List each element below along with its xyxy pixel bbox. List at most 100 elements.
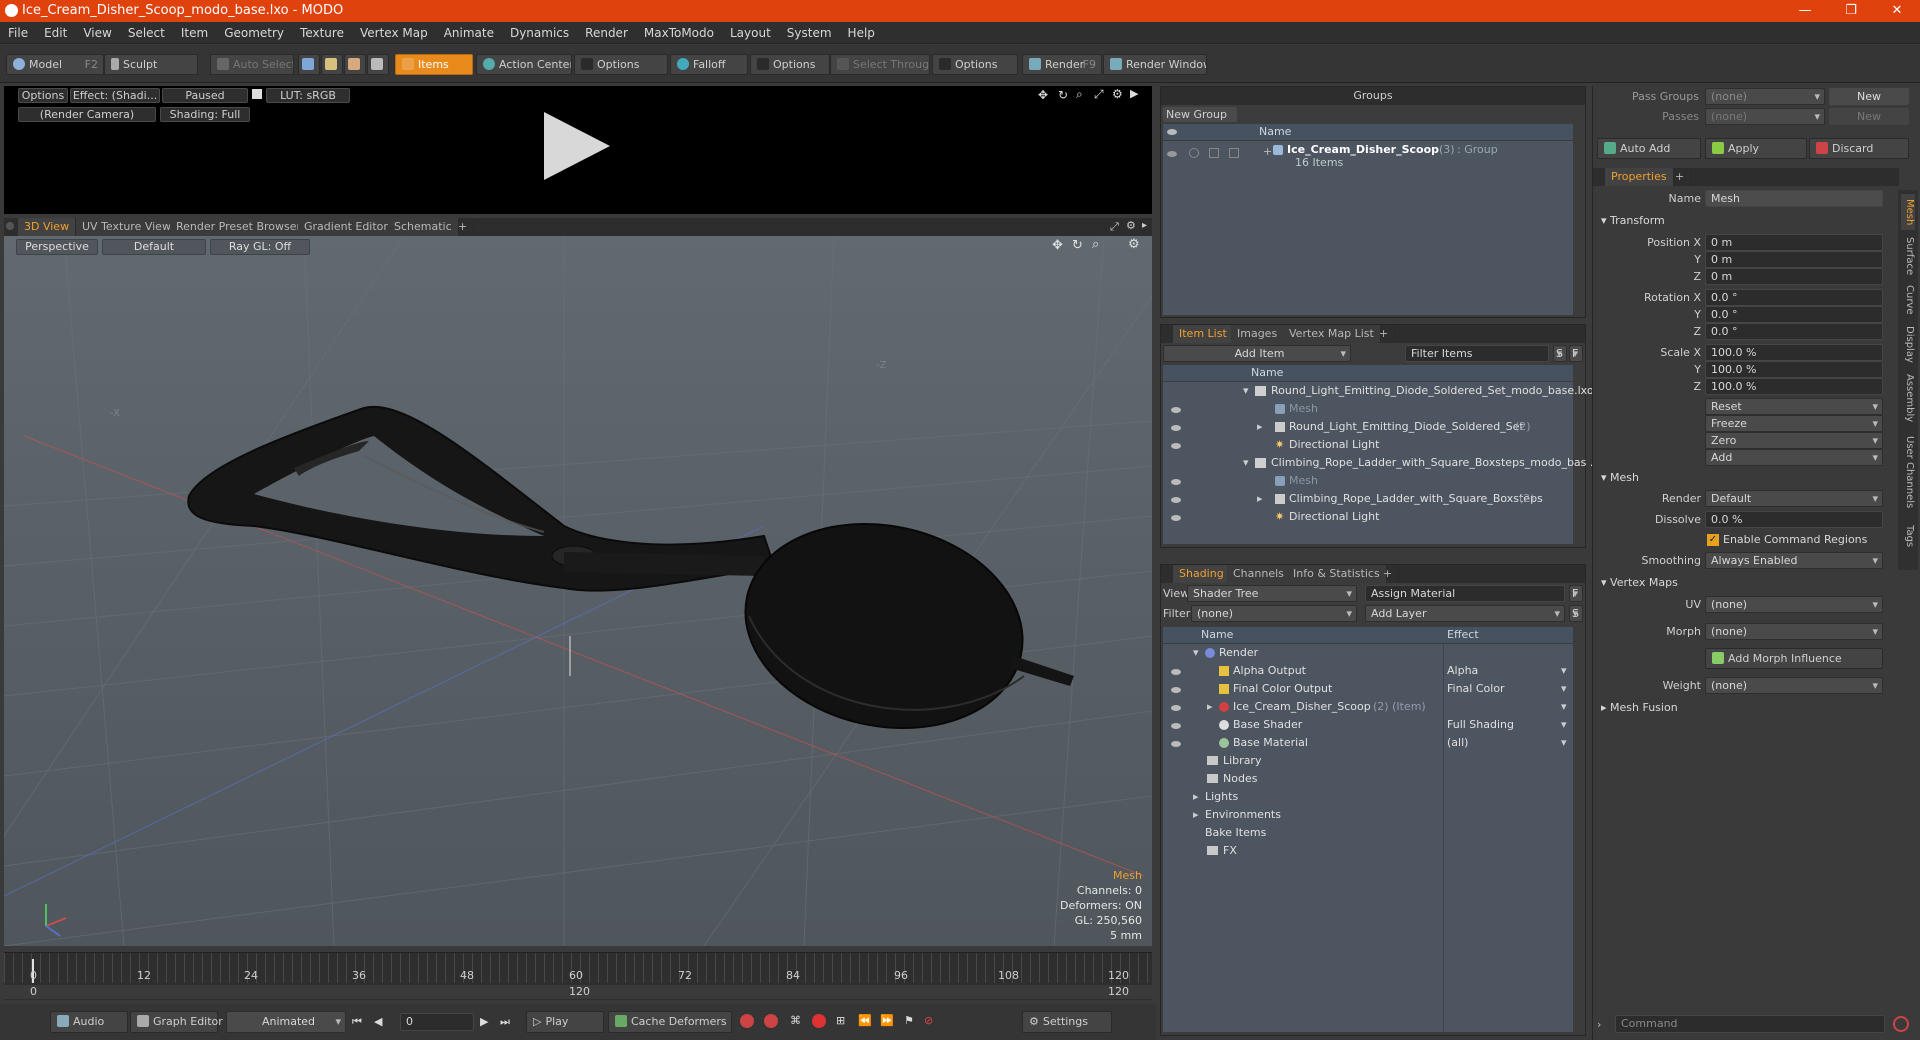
expand-arrow-icon[interactable]: ▾ <box>1243 454 1249 472</box>
passes-dropdown[interactable]: (none) <box>1705 108 1825 125</box>
render-dropdown[interactable]: Default <box>1705 490 1883 507</box>
auto-key-icon[interactable] <box>740 1014 754 1028</box>
menu-item[interactable]: Item <box>173 22 216 44</box>
key-options-icon[interactable]: ⚑ <box>904 1014 914 1027</box>
effect-dropdown-arrow[interactable]: ▾ <box>1561 734 1567 752</box>
tab-item-list[interactable]: Item List <box>1173 325 1234 343</box>
vertex-maps-section[interactable]: ▾ Vertex Maps <box>1601 576 1678 589</box>
lock-icon[interactable] <box>252 89 262 99</box>
eye-icon[interactable] <box>1171 669 1181 675</box>
menu-layout[interactable]: Layout <box>722 22 779 44</box>
rotate-icon[interactable]: ↻ <box>1072 238 1083 253</box>
zero-dropdown[interactable]: Zero <box>1705 432 1883 449</box>
list-item[interactable]: ▾ Climbing_Rope_Ladder_with_Square_Boxste… <box>1163 454 1600 472</box>
eye-icon[interactable] <box>1171 443 1181 449</box>
menu-geometry[interactable]: Geometry <box>216 22 292 44</box>
scale-x-field[interactable]: 100.0 % <box>1705 344 1883 361</box>
maximize-view-icon[interactable]: ⤢ <box>1094 87 1104 102</box>
list-item[interactable]: ✷ Directional Light <box>1163 508 1573 526</box>
shader-row-nodes[interactable]: Nodes <box>1163 770 1573 788</box>
shader-row-environments[interactable]: ▸ Environments <box>1163 806 1573 824</box>
tab-info-statistics[interactable]: Info & Statistics <box>1287 565 1387 583</box>
auto-add-button[interactable]: Auto Add <box>1597 138 1701 159</box>
menu-help[interactable]: Help <box>840 22 883 44</box>
effect-dropdown-arrow[interactable]: ▾ <box>1561 680 1567 698</box>
rotation-y-field[interactable]: 0.0 ° <box>1705 306 1883 323</box>
items-mode-button[interactable]: Items <box>395 54 473 75</box>
add-layer-s-button[interactable]: S <box>1569 605 1583 622</box>
polygon-mode-button[interactable] <box>344 54 366 75</box>
shader-row-lights[interactable]: ▸ Lights <box>1163 788 1573 806</box>
edge-mode-button[interactable] <box>321 54 343 75</box>
expand-plus-icon[interactable]: + <box>1263 145 1272 158</box>
side-tab-assembly[interactable]: Assembly <box>1901 370 1915 426</box>
scale-z-field[interactable]: 100.0 % <box>1705 378 1883 395</box>
tab-shading[interactable]: Shading <box>1173 565 1231 583</box>
effect-dropdown-arrow[interactable]: ▾ <box>1561 698 1567 716</box>
lock-toggle-icon[interactable] <box>1209 148 1219 158</box>
morph-dropdown[interactable]: (none) <box>1705 623 1883 640</box>
uv-dropdown[interactable]: (none) <box>1705 596 1883 613</box>
add-tab-button[interactable]: + <box>452 218 475 236</box>
timeline-range-bar[interactable]: 0 120 120 <box>4 985 1152 999</box>
raygl-dropdown[interactable]: Ray GL: Off <box>210 239 310 255</box>
tab-gradient-editor[interactable]: Gradient Editor <box>298 218 395 236</box>
play-render-icon[interactable] <box>544 112 610 180</box>
tab-render-preset-browser[interactable]: Render Preset Browser <box>170 218 309 236</box>
auto-select-button[interactable]: Auto Select <box>210 54 294 75</box>
perspective-dropdown[interactable]: Perspective <box>16 239 98 255</box>
record-icon[interactable] <box>812 1014 826 1028</box>
shader-row-base-shader[interactable]: Base Shader Full Shading ▾ <box>1163 716 1573 734</box>
panel-menu-icon[interactable] <box>6 222 14 230</box>
position-x-field[interactable]: 0 m <box>1705 234 1883 251</box>
add-item-dropdown[interactable]: Add Item <box>1163 345 1351 362</box>
select-toggle-icon[interactable] <box>1229 148 1239 158</box>
eye-icon[interactable] <box>1171 425 1181 431</box>
eye-icon[interactable] <box>1171 705 1181 711</box>
vertex-mode-button[interactable] <box>298 54 320 75</box>
reset-dropdown[interactable]: Reset <box>1705 398 1883 415</box>
add-tab-button[interactable]: + <box>1377 565 1400 583</box>
step-back-icon[interactable]: ◀ <box>374 1015 382 1028</box>
list-item[interactable]: ▾ Round_Light_Emitting_Diode_Soldered_Set… <box>1163 382 1594 400</box>
next-key-icon[interactable]: ⏩ <box>880 1014 894 1027</box>
expand-arrow-icon[interactable]: ▾ <box>1243 382 1249 400</box>
effect-dropdown-arrow[interactable]: ▾ <box>1561 662 1567 680</box>
play-small-icon[interactable]: ▶ <box>1130 87 1138 100</box>
name-field[interactable]: Mesh <box>1705 190 1883 207</box>
menu-dynamics[interactable]: Dynamics <box>502 22 577 44</box>
key-icon[interactable]: ⌘ <box>790 1014 801 1027</box>
menu-select[interactable]: Select <box>120 22 173 44</box>
new-pass-button[interactable]: New <box>1829 108 1909 125</box>
eye-icon[interactable] <box>1171 515 1181 521</box>
zoom-icon[interactable]: ⌕ <box>1076 87 1083 102</box>
shader-row-material-group[interactable]: ▸ Ice_Cream_Disher_Scoop (2) (Item) ▾ <box>1163 698 1573 716</box>
list-item[interactable]: ▸ Climbing_Rope_Ladder_with_Square_Boxste… <box>1163 490 1573 508</box>
preview-shading-dropdown[interactable]: Shading: Full <box>160 107 250 122</box>
list-item[interactable]: ▸ Round_Light_Emitting_Diode_Soldered_Set… <box>1163 418 1573 436</box>
dissolve-field[interactable]: 0.0 % <box>1705 511 1883 528</box>
discard-button[interactable]: Discard <box>1809 138 1909 159</box>
tab-properties[interactable]: Properties <box>1605 168 1674 186</box>
command-input[interactable]: Command <box>1615 1015 1885 1033</box>
command-expand-icon[interactable]: › <box>1597 1018 1601 1031</box>
action-center-options-button[interactable]: Options <box>574 54 668 75</box>
expand-arrow-icon[interactable]: ▸ <box>1207 698 1213 716</box>
cache-deformers-button[interactable]: Cache Deformers <box>608 1011 732 1033</box>
transform-section[interactable]: ▾ Transform <box>1601 214 1665 227</box>
tab-3d-view[interactable]: 3D View <box>18 218 77 236</box>
graph-editor-button[interactable]: Graph Editor <box>130 1011 223 1033</box>
new-pass-group-button[interactable]: New <box>1829 88 1909 105</box>
scale-y-field[interactable]: 100.0 % <box>1705 361 1883 378</box>
filter-items-input[interactable]: Filter Items <box>1405 345 1549 362</box>
shader-row-bake-items[interactable]: Bake Items <box>1163 824 1573 842</box>
pan-icon[interactable]: ✥ <box>1038 88 1048 102</box>
pan-icon[interactable]: ✥ <box>1052 238 1063 253</box>
rotation-x-field[interactable]: 0.0 ° <box>1705 289 1883 306</box>
menu-animate[interactable]: Animate <box>436 22 502 44</box>
position-y-field[interactable]: 0 m <box>1705 251 1883 268</box>
menu-edit[interactable]: Edit <box>36 22 75 44</box>
menu-maxtomodo[interactable]: MaxToModo <box>636 22 722 44</box>
eye-icon[interactable] <box>1171 687 1181 693</box>
render-toggle-icon[interactable] <box>1189 148 1199 158</box>
